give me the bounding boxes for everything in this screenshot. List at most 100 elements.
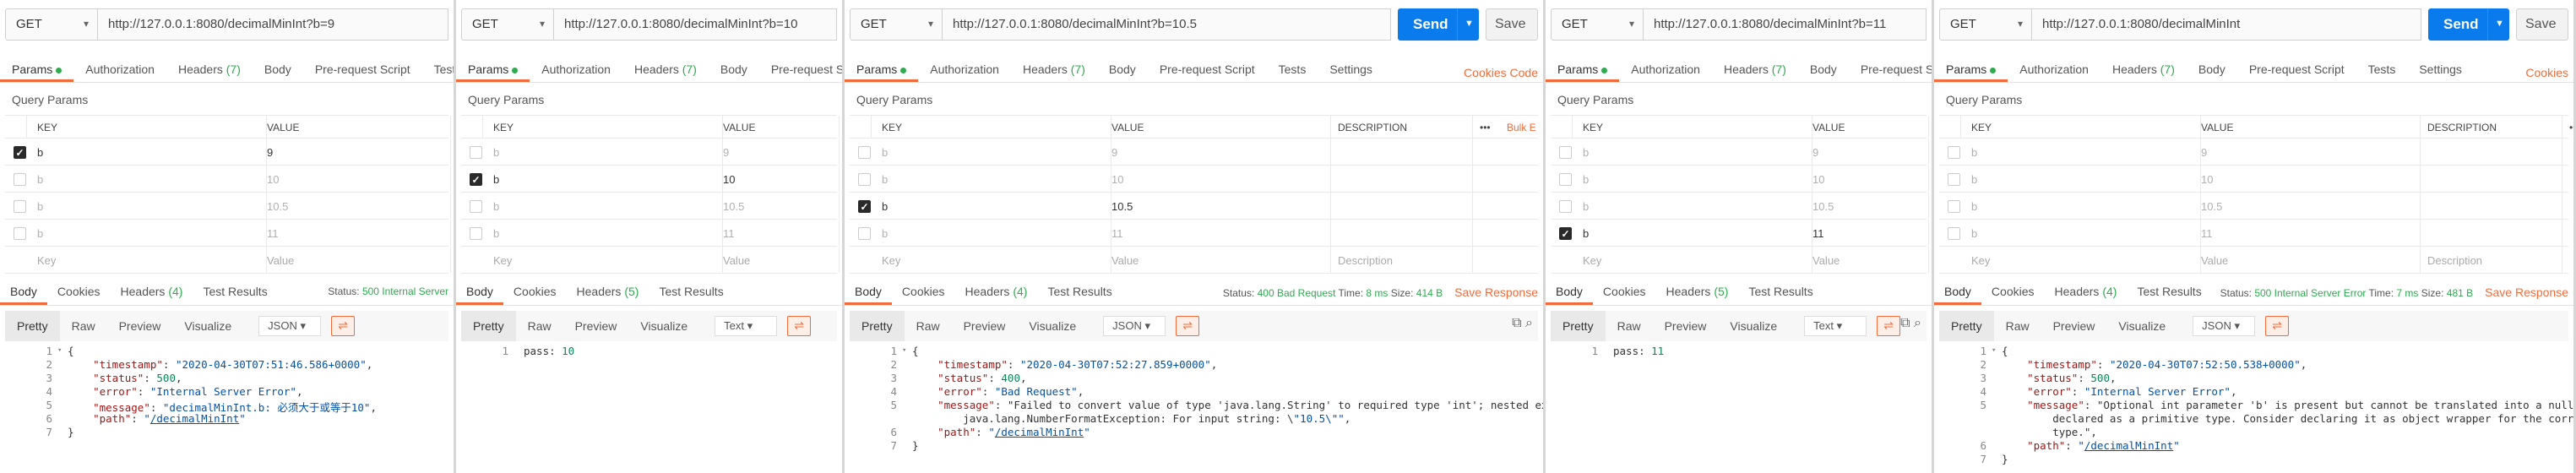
fold-icon[interactable]: ▾ xyxy=(57,346,62,355)
resp-tab-body[interactable]: Body xyxy=(0,280,47,305)
param-value[interactable]: 10.5 xyxy=(1111,193,1331,219)
param-value[interactable]: 9 xyxy=(723,139,840,165)
resp-tab-body[interactable]: Body xyxy=(1546,280,1593,305)
param-checkbox[interactable] xyxy=(14,200,26,213)
view-raw-button[interactable]: Raw xyxy=(905,311,952,341)
resp-tab-body[interactable]: Body xyxy=(456,280,503,305)
url-input[interactable]: http://127.0.0.1:8080/decimalMinInt?b=11 xyxy=(1644,8,1927,41)
param-description[interactable] xyxy=(2427,139,2562,165)
resp-tab-cookies[interactable]: Cookies xyxy=(1593,280,1656,305)
param-value[interactable]: 10.5 xyxy=(267,193,451,219)
view-preview-button[interactable]: Preview xyxy=(107,311,173,341)
new-value-input[interactable]: Value xyxy=(267,247,451,273)
resp-tab-cookies[interactable]: Cookies xyxy=(892,280,955,305)
tab-settings[interactable]: Settings xyxy=(2407,59,2474,82)
wrap-lines-icon[interactable]: ⇌ xyxy=(787,316,812,336)
format-select[interactable]: Text ▾ xyxy=(715,316,778,336)
view-preview-button[interactable]: Preview xyxy=(1653,311,1719,341)
view-pretty-button[interactable]: Pretty xyxy=(850,311,905,341)
param-checkbox[interactable] xyxy=(1948,227,1960,240)
cookies-link[interactable]: Cookies xyxy=(2525,66,2568,79)
resp-tab-headers[interactable]: Headers (4) xyxy=(2045,280,2128,305)
view-raw-button[interactable]: Raw xyxy=(1994,311,2041,341)
view-pretty-button[interactable]: Pretty xyxy=(1551,311,1606,341)
search-icon[interactable]: ⌕ xyxy=(1525,316,1533,330)
send-options-chevron-icon[interactable]: ▼ xyxy=(1457,8,1479,41)
tab-authorization[interactable]: Authorization xyxy=(530,59,622,82)
new-description-input[interactable]: Description xyxy=(2427,247,2562,273)
resp-tab-test-results[interactable]: Test Results xyxy=(1037,280,1122,305)
resp-tab-headers[interactable]: Headers (4) xyxy=(111,280,193,305)
tab-params[interactable]: Params xyxy=(456,59,530,82)
format-select[interactable]: JSON ▾ xyxy=(258,316,322,336)
save-response-button[interactable]: Save Response xyxy=(2485,285,2568,299)
fold-icon[interactable]: ▾ xyxy=(902,346,906,355)
method-select[interactable]: GET ▾ xyxy=(461,8,554,41)
param-checkbox[interactable] xyxy=(1948,146,1960,159)
tab-settings[interactable]: Settings xyxy=(1318,59,1384,82)
param-value[interactable]: 11 xyxy=(2201,220,2421,246)
view-preview-button[interactable]: Preview xyxy=(563,311,629,341)
param-checkbox[interactable] xyxy=(1559,146,1572,159)
more-options-icon[interactable]: ••• xyxy=(2569,116,2573,138)
wrap-lines-icon[interactable]: ⇌ xyxy=(331,316,356,336)
view-raw-button[interactable]: Raw xyxy=(60,311,107,341)
tab-headers[interactable]: Headers (7) xyxy=(1712,59,1798,82)
view-visualize-button[interactable]: Visualize xyxy=(2106,311,2177,341)
view-visualize-button[interactable]: Visualize xyxy=(628,311,699,341)
param-checkbox[interactable] xyxy=(470,227,482,240)
param-checkbox[interactable] xyxy=(470,146,482,159)
tab-authorization[interactable]: Authorization xyxy=(73,59,166,82)
param-checkbox[interactable] xyxy=(1948,173,1960,186)
tab-prerequest-script[interactable]: Pre-request Script xyxy=(1148,59,1267,82)
param-description[interactable] xyxy=(2427,220,2562,246)
resp-tab-headers[interactable]: Headers (5) xyxy=(567,280,649,305)
url-input[interactable]: http://127.0.0.1:8080/decimalMinInt?b=9 xyxy=(98,8,448,41)
tab-tests[interactable]: Test xyxy=(422,59,454,82)
save-button[interactable]: Save xyxy=(1486,8,1538,41)
view-preview-button[interactable]: Preview xyxy=(2041,311,2107,341)
new-key-input[interactable]: Key xyxy=(37,247,267,273)
url-input[interactable]: http://127.0.0.1:8080/decimalMinInt?b=10 xyxy=(554,8,837,41)
param-value[interactable]: 9 xyxy=(1812,139,1929,165)
method-select[interactable]: GET ▾ xyxy=(5,8,98,41)
tab-authorization[interactable]: Authorization xyxy=(918,59,1011,82)
param-value[interactable]: 10 xyxy=(267,166,451,192)
param-checkbox[interactable] xyxy=(14,173,26,186)
tab-headers[interactable]: Headers (7) xyxy=(1011,59,1097,82)
new-key-input[interactable]: Key xyxy=(493,247,723,273)
param-description[interactable] xyxy=(1338,220,1473,246)
param-key[interactable]: b xyxy=(493,166,723,192)
new-key-input[interactable]: Key xyxy=(1583,247,1812,273)
method-select[interactable]: GET ▾ xyxy=(1939,8,2032,41)
param-value[interactable]: 10.5 xyxy=(723,193,840,219)
param-value[interactable]: 11 xyxy=(267,220,451,246)
copy-icon[interactable]: ⧉ xyxy=(1512,316,1525,330)
param-checkbox[interactable] xyxy=(1559,173,1572,186)
send-options-chevron-icon[interactable]: ▼ xyxy=(2487,8,2509,41)
method-select[interactable]: GET ▾ xyxy=(850,8,943,41)
format-select[interactable]: JSON ▾ xyxy=(2193,316,2256,336)
param-checkbox[interactable] xyxy=(1948,200,1960,213)
param-description[interactable] xyxy=(1338,139,1473,165)
resp-tab-headers[interactable]: Headers (4) xyxy=(955,280,1038,305)
view-visualize-button[interactable]: Visualize xyxy=(172,311,243,341)
param-value[interactable]: 10 xyxy=(1812,166,1929,192)
param-value[interactable]: 9 xyxy=(267,139,451,165)
tab-authorization[interactable]: Authorization xyxy=(1619,59,1712,82)
tab-body[interactable]: Body xyxy=(709,59,759,82)
tab-body[interactable]: Body xyxy=(1798,59,1849,82)
save-response-button[interactable]: Save Response xyxy=(1454,285,1538,299)
param-key[interactable]: b xyxy=(882,139,1111,165)
new-value-input[interactable]: Value xyxy=(723,247,840,273)
tab-params[interactable]: Params xyxy=(1934,59,2008,82)
param-value[interactable]: 10.5 xyxy=(2201,193,2421,219)
param-key[interactable]: b xyxy=(882,220,1111,246)
param-key[interactable]: b xyxy=(1583,220,1812,246)
resp-tab-cookies[interactable]: Cookies xyxy=(1981,280,2045,305)
new-key-input[interactable]: Key xyxy=(882,247,1111,273)
copy-icon[interactable]: ⧉ xyxy=(1900,316,1914,330)
format-select[interactable]: Text ▾ xyxy=(1804,316,1867,336)
param-checkbox[interactable]: ✓ xyxy=(1559,227,1572,240)
tab-params[interactable]: Params xyxy=(0,59,74,82)
